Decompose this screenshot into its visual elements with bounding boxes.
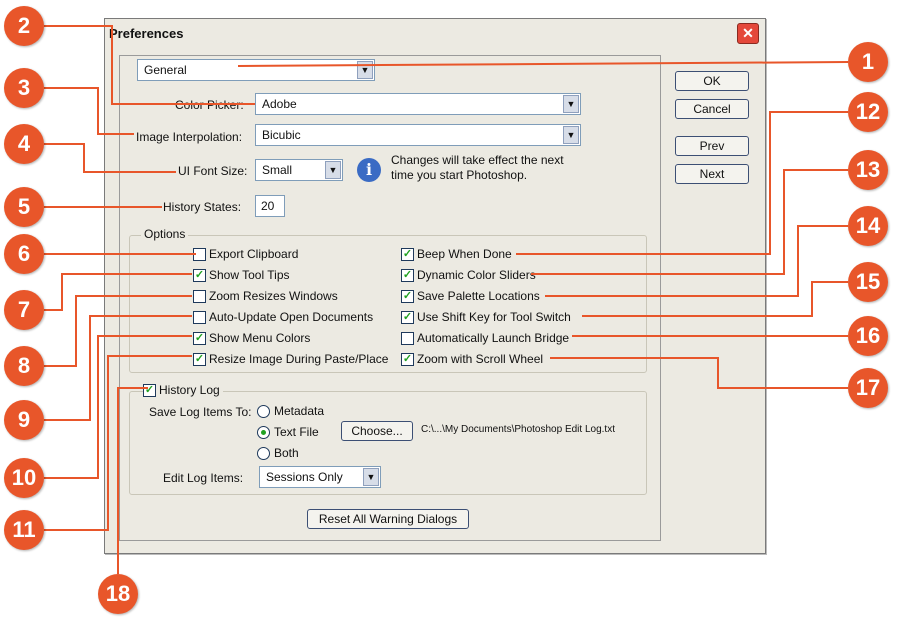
callout-line-2 [44,25,255,105]
callout-line-1 [237,61,849,67]
callout-15: 15 [848,262,888,302]
callout-line-14 [545,225,848,297]
callout-6: 6 [4,234,44,274]
callout-14: 14 [848,206,888,246]
callout-3: 3 [4,68,44,108]
callout-line-13 [531,169,848,275]
callout-line-15 [582,281,848,317]
callout-13: 13 [848,150,888,190]
callout-8: 8 [4,346,44,386]
callout-7: 7 [4,290,44,330]
callout-4: 4 [4,124,44,164]
callout-lines [44,25,849,574]
callout-line-4 [44,143,176,173]
callout-16: 16 [848,316,888,356]
callout-10: 10 [4,458,44,498]
callout-9: 9 [4,400,44,440]
callout-line-18 [117,387,148,574]
callout-line-17 [550,357,848,389]
callout-line-7 [44,273,192,311]
callout-17: 17 [848,368,888,408]
callout-11: 11 [4,510,44,550]
callout-2: 2 [4,6,44,46]
callout-line-3 [44,87,134,135]
callout-18: 18 [98,574,138,614]
callout-12: 12 [848,92,888,132]
callout-5: 5 [4,187,44,227]
callout-1: 1 [848,42,888,82]
